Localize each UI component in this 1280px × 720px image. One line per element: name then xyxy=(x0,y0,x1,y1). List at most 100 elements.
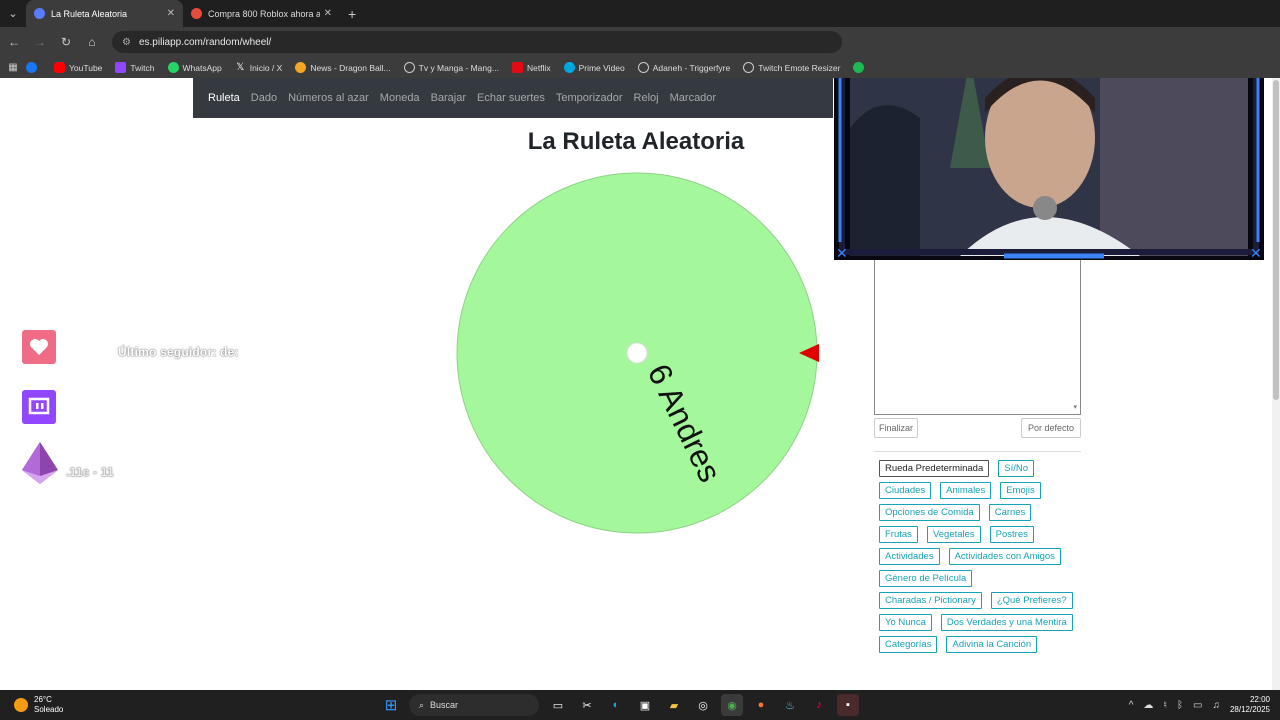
preset-chip[interactable]: Dos Verdades y una Mentira xyxy=(940,614,1073,631)
preset-chip[interactable]: Actividades con Amigos xyxy=(948,548,1061,565)
nav-ruleta[interactable]: Ruleta xyxy=(208,92,240,104)
resize-grip-icon[interactable]: ▾ xyxy=(1073,403,1077,411)
tiktok-icon[interactable]: ♪ xyxy=(808,694,830,716)
spotify-icon xyxy=(853,62,865,73)
preset-chip[interactable]: Género de Película xyxy=(879,570,973,587)
bookmark-x[interactable]: 𝕏 Inicio / X xyxy=(235,62,282,73)
reload-icon[interactable]: ↻ xyxy=(54,30,78,54)
tab-search-chevron-icon[interactable]: ⌄ xyxy=(0,0,26,27)
preset-chip[interactable]: Ciudades xyxy=(879,482,932,499)
preset-chip[interactable]: Animales xyxy=(940,482,992,499)
bookmark-twitch[interactable]: Twitch xyxy=(115,62,155,73)
site-info-icon[interactable]: ⚙ xyxy=(122,37,131,48)
browser-tab-bar: ⌄ La Ruleta Aleatoria ✕ Compra 800 Roblo… xyxy=(0,0,1280,27)
twitch-icon xyxy=(115,62,127,73)
preset-chip[interactable]: Charadas / Pictionary xyxy=(879,592,982,609)
nav-reloj[interactable]: Reloj xyxy=(634,92,659,104)
scrollbar-thumb[interactable] xyxy=(1273,80,1279,400)
network-icon[interactable]: ▭ xyxy=(1193,700,1202,711)
bookmark-facebook[interactable] xyxy=(26,62,41,73)
nav-barajar[interactable]: Barajar xyxy=(431,92,466,104)
apps-grid-icon[interactable]: ▦ xyxy=(0,62,26,73)
tab-title: Compra 800 Roblox ahora a un xyxy=(208,8,320,19)
tab-ruleta[interactable]: La Ruleta Aleatoria ✕ xyxy=(26,0,183,27)
clock[interactable]: 22:00 28/12/2025 xyxy=(1230,695,1270,715)
bookmark-youtube[interactable]: YouTube xyxy=(54,62,102,73)
bookmark-tvmanga[interactable]: Tv y Manga - Mang... xyxy=(403,62,499,73)
volume-icon[interactable]: ♫ xyxy=(1212,700,1220,711)
wheel-center-hub[interactable] xyxy=(626,342,648,364)
twitch-logo-icon xyxy=(22,390,56,424)
bookmark-label: Adaneh - Triggerfyre xyxy=(652,62,731,73)
preset-chip[interactable]: Adivina la Canción xyxy=(946,636,1038,653)
tab-roblox[interactable]: Compra 800 Roblox ahora a un ✕ xyxy=(183,0,340,27)
new-tab-button[interactable]: + xyxy=(340,0,364,27)
bookmark-netflix[interactable]: Netflix xyxy=(511,62,551,73)
microphone-icon[interactable]: ♮ xyxy=(1163,700,1167,711)
file-explorer-icon[interactable]: ▰ xyxy=(663,694,685,716)
preset-chip[interactable]: Emojis xyxy=(1000,482,1041,499)
preset-chip[interactable]: Yo Nunca xyxy=(879,614,932,631)
cloud-icon[interactable]: ☁ xyxy=(1143,700,1153,711)
preset-chip[interactable]: Rueda Predeterminada xyxy=(879,460,990,477)
nav-echar-suertes[interactable]: Echar suertes xyxy=(477,92,545,104)
preset-chip[interactable]: Postres xyxy=(989,526,1034,543)
preset-chip[interactable]: Vegetales xyxy=(926,526,981,543)
chrome-icon[interactable]: ◉ xyxy=(721,694,743,716)
time: 22:00 xyxy=(1249,695,1270,704)
bookmark-emote-resizer[interactable]: Twitch Emote Resizer xyxy=(743,62,840,73)
tab-close-icon[interactable]: ✕ xyxy=(167,8,175,19)
address-bar[interactable]: ⚙ es.piliapp.com/random/wheel/ xyxy=(112,31,842,53)
edge-icon[interactable]: ◐ xyxy=(605,694,627,716)
bluetooth-icon[interactable]: ᛒ xyxy=(1177,700,1183,711)
youtube-icon xyxy=(54,62,65,73)
finish-button[interactable]: Finalizar xyxy=(874,418,918,438)
chevron-up-icon[interactable]: ^ xyxy=(1129,700,1134,711)
capcut-icon[interactable]: ✂ xyxy=(576,694,598,716)
obs-icon[interactable]: ◎ xyxy=(692,694,714,716)
page-scrollbar[interactable] xyxy=(1272,78,1280,690)
nav-temporizador[interactable]: Temporizador xyxy=(556,92,623,104)
preset-chip[interactable]: Carnes xyxy=(988,504,1032,521)
bookmark-dragonball[interactable]: News - Dragon Ball... xyxy=(295,62,391,73)
store-icon[interactable]: ▣ xyxy=(634,694,656,716)
default-button[interactable]: Por defecto xyxy=(1021,418,1081,438)
browser-toolbar: ← → ↻ ⌂ ⚙ es.piliapp.com/random/wheel/ xyxy=(0,27,1280,57)
forward-icon[interactable]: → xyxy=(28,30,52,54)
preset-chip[interactable]: Frutas xyxy=(879,526,918,543)
nav-numeros[interactable]: Números al azar xyxy=(288,92,369,104)
globe-icon xyxy=(743,62,755,73)
spin-wheel[interactable]: 6 Andres xyxy=(455,171,819,535)
nav-marcador[interactable]: Marcador xyxy=(670,92,716,104)
temperature: 26°C xyxy=(34,695,52,704)
bookmark-adaneh[interactable]: Adaneh - Triggerfyre xyxy=(637,62,731,73)
bookmark-label: Twitch Emote Resizer xyxy=(758,62,841,73)
bookmarks-bar: ▦ YouTube Twitch WhatsApp 𝕏 Inicio / X Ne… xyxy=(0,57,1280,78)
weather-widget[interactable]: 26°C Soleado xyxy=(14,695,63,715)
back-icon[interactable]: ← xyxy=(2,30,26,54)
tab-close-icon[interactable]: ✕ xyxy=(324,8,332,19)
preset-chip[interactable]: Sí/No xyxy=(998,460,1034,477)
task-view-icon[interactable]: ▭ xyxy=(547,694,569,716)
preset-chip[interactable]: Categorías xyxy=(879,636,938,653)
options-textarea[interactable]: ▾ xyxy=(874,252,1081,415)
bookmark-prime[interactable]: Prime Video xyxy=(563,62,625,73)
taskbar-search[interactable]: ⌕ Buscar xyxy=(409,694,539,716)
page-viewport: Ruleta Dado Números al azar Moneda Baraj… xyxy=(0,78,1272,690)
firefox-icon[interactable]: ● xyxy=(750,694,772,716)
preset-chip[interactable]: ¿Qué Prefieres? xyxy=(990,592,1073,609)
windows-start-icon[interactable]: ⊞ xyxy=(380,694,402,716)
nav-dado[interactable]: Dado xyxy=(251,92,277,104)
goal-text: .11c - 11 xyxy=(66,465,114,479)
game-app-icon[interactable]: ▪ xyxy=(837,694,859,716)
preset-chip[interactable]: Actividades xyxy=(879,548,940,565)
nav-moneda[interactable]: Moneda xyxy=(380,92,420,104)
bookmark-label: Tv y Manga - Mang... xyxy=(418,62,499,73)
home-icon[interactable]: ⌂ xyxy=(80,30,104,54)
bookmark-spotify[interactable] xyxy=(853,62,868,73)
bookmark-whatsapp[interactable]: WhatsApp xyxy=(167,62,222,73)
steam-icon[interactable]: ♨ xyxy=(779,694,801,716)
preset-chip[interactable]: Opciones de Comida xyxy=(879,504,980,521)
bookmark-label: WhatsApp xyxy=(182,62,222,73)
last-follower-text: Último seguidor: de: xyxy=(118,345,239,359)
